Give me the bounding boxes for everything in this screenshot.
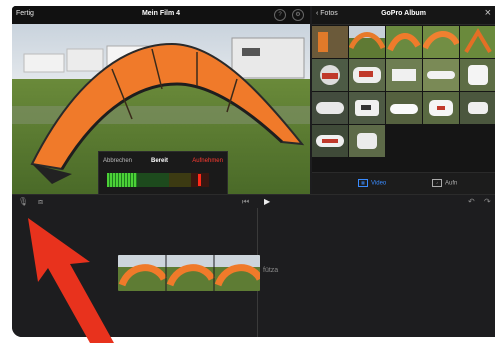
audio-level-meter xyxy=(107,173,209,187)
redo-icon[interactable]: ↷ xyxy=(484,197,491,206)
film-icon: ▦ xyxy=(358,179,368,187)
tab-label: Aufn xyxy=(445,180,458,187)
thumbnail[interactable] xyxy=(460,59,495,91)
media-browser: ‹ Fotos GoPro Album × ▦ Video ♪ Aufn xyxy=(312,6,495,195)
cancel-recording-button[interactable]: Abbrechen xyxy=(103,158,132,164)
thumbnail[interactable] xyxy=(423,26,459,58)
thumbnail[interactable] xyxy=(386,26,422,58)
thumbnail[interactable] xyxy=(349,125,385,157)
browser-header: ‹ Fotos GoPro Album × xyxy=(312,6,495,25)
level-dim-yellow xyxy=(169,173,191,187)
thumbnail[interactable] xyxy=(349,92,385,124)
recorder-status: Bereit xyxy=(151,158,169,164)
tab-audio[interactable]: ♪ Aufn xyxy=(432,179,457,187)
clip-label: fütza xyxy=(263,267,279,274)
record-button[interactable]: Aufnehmen xyxy=(192,158,223,164)
tab-label: Video xyxy=(371,180,387,187)
audio-icon: ♪ xyxy=(432,179,442,187)
peak-indicator xyxy=(198,174,201,186)
level-green xyxy=(107,173,138,187)
gear-icon[interactable]: ⚙ xyxy=(292,9,304,21)
level-dim-green xyxy=(137,173,169,187)
thumbnail[interactable] xyxy=(349,59,385,91)
close-icon[interactable]: × xyxy=(485,7,491,19)
thumbnail[interactable] xyxy=(312,92,348,124)
preview-pane: Fertig Mein Film 4 ? ⚙ Abbrechen Bereit … xyxy=(12,6,310,196)
thumbnail[interactable] xyxy=(349,26,385,58)
thumbnail[interactable] xyxy=(386,92,422,124)
undo-icon[interactable]: ↶ xyxy=(468,197,475,206)
skip-back-icon[interactable]: ⏮ xyxy=(242,197,249,207)
voiceover-recorder: Abbrechen Bereit Aufnehmen xyxy=(98,151,228,196)
project-title: Mein Film 4 xyxy=(141,10,181,17)
timeline-toolbar: 🎙 ⧈ ⏮ ▶ ↶ ↷ xyxy=(12,194,495,209)
video-clip[interactable] xyxy=(118,255,260,291)
tab-video[interactable]: ▦ Video xyxy=(358,179,386,187)
thumbnail[interactable] xyxy=(460,26,495,58)
thumbnail[interactable] xyxy=(312,26,348,58)
clip-filmstrip xyxy=(118,255,260,291)
album-title: GoPro Album xyxy=(381,10,426,17)
thumbnail[interactable] xyxy=(423,59,459,91)
play-icon[interactable]: ▶ xyxy=(264,197,270,206)
help-icon[interactable]: ? xyxy=(274,9,286,21)
title-bar: Fertig Mein Film 4 ? ⚙ xyxy=(12,6,310,24)
thumbnail[interactable] xyxy=(312,125,348,157)
thumbnail[interactable] xyxy=(460,92,495,124)
thumbnail[interactable] xyxy=(312,59,348,91)
thumbnail[interactable] xyxy=(423,92,459,124)
camera-icon[interactable]: ⧈ xyxy=(38,197,43,207)
annotation-arrow-icon xyxy=(28,218,114,343)
microphone-icon[interactable]: 🎙 xyxy=(18,197,28,206)
browser-tabs: ▦ Video ♪ Aufn xyxy=(312,172,495,195)
thumbnail[interactable] xyxy=(386,59,422,91)
